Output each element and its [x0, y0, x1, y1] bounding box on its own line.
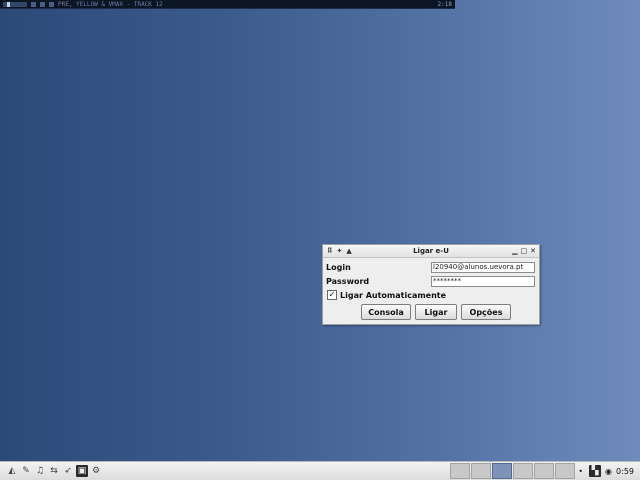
dot-icon: • — [578, 466, 584, 476]
ligar-button[interactable]: Ligar — [415, 304, 457, 320]
terminal-icon[interactable]: ▣ — [76, 465, 88, 477]
login-row: Login — [323, 260, 539, 274]
auto-connect-label: Ligar Automaticamente — [340, 290, 447, 300]
play-icon[interactable] — [40, 1, 45, 7]
desktop-3[interactable] — [492, 463, 513, 479]
media-player-bar: PRE, YELLOW & VMAX - TRACK 12 2:18 — [0, 0, 455, 9]
desktop-6[interactable] — [555, 463, 576, 479]
dialog-title: Ligar e-U — [413, 247, 449, 255]
shade-icon[interactable]: ▲ — [346, 247, 351, 255]
network-status-icon[interactable]: ▚ — [589, 465, 602, 477]
password-row: Password — [323, 274, 539, 288]
minimize-icon[interactable]: ▁ — [512, 247, 517, 255]
track-time: 2:18 — [437, 0, 452, 8]
arrow-icon[interactable]: ➶ — [62, 465, 74, 477]
checkbox-icon[interactable]: ✓ — [327, 290, 337, 300]
pencil-icon[interactable]: ✎ — [20, 465, 32, 477]
password-label: Password — [326, 276, 370, 286]
auto-connect-checkbox[interactable]: ✓ Ligar Automaticamente — [323, 288, 539, 302]
audio-icon[interactable]: ◉ — [605, 467, 612, 476]
desktop-5[interactable] — [534, 463, 555, 479]
desktop-pager — [450, 463, 576, 479]
next-icon[interactable] — [49, 1, 54, 7]
dialog-titlebar[interactable]: ⠿ ✦ ▲ Ligar e-U ▁ □ ✕ — [323, 245, 539, 258]
close-icon[interactable]: ✕ — [530, 247, 536, 255]
pin-icon[interactable]: ✦ — [336, 247, 342, 255]
system-tray: • ▚ ◉ — [578, 465, 612, 477]
desktop-2[interactable] — [471, 463, 492, 479]
login-label: Login — [326, 262, 351, 272]
button-row: Consola Ligar Opções — [323, 304, 539, 320]
desktop-4[interactable] — [513, 463, 534, 479]
maximize-icon[interactable]: □ — [521, 247, 528, 255]
opcoes-button[interactable]: Opções — [461, 304, 511, 320]
track-title: PRE, YELLOW & VMAX - TRACK 12 — [58, 0, 163, 8]
desktop-1[interactable] — [450, 463, 471, 479]
menu-icon[interactable]: ⠿ — [327, 247, 332, 255]
settings-icon[interactable]: ⚙ — [90, 465, 102, 477]
consola-button[interactable]: Consola — [361, 304, 411, 320]
ligar-dialog: ⠿ ✦ ▲ Ligar e-U ▁ □ ✕ Login Password ✓ L… — [322, 244, 540, 325]
network-icon[interactable]: ⇆ — [48, 465, 60, 477]
password-input[interactable] — [431, 275, 535, 287]
home-icon[interactable]: ◭ — [6, 465, 18, 477]
login-input[interactable] — [431, 261, 535, 273]
music-icon[interactable]: ♫ — [34, 465, 46, 477]
seek-slider[interactable] — [3, 1, 27, 7]
taskbar: ◭ ✎ ♫ ⇆ ➶ ▣ ⚙ • ▚ ◉ 0:59 — [0, 461, 640, 480]
prev-icon[interactable] — [31, 1, 36, 7]
clock[interactable]: 0:59 — [616, 467, 634, 476]
